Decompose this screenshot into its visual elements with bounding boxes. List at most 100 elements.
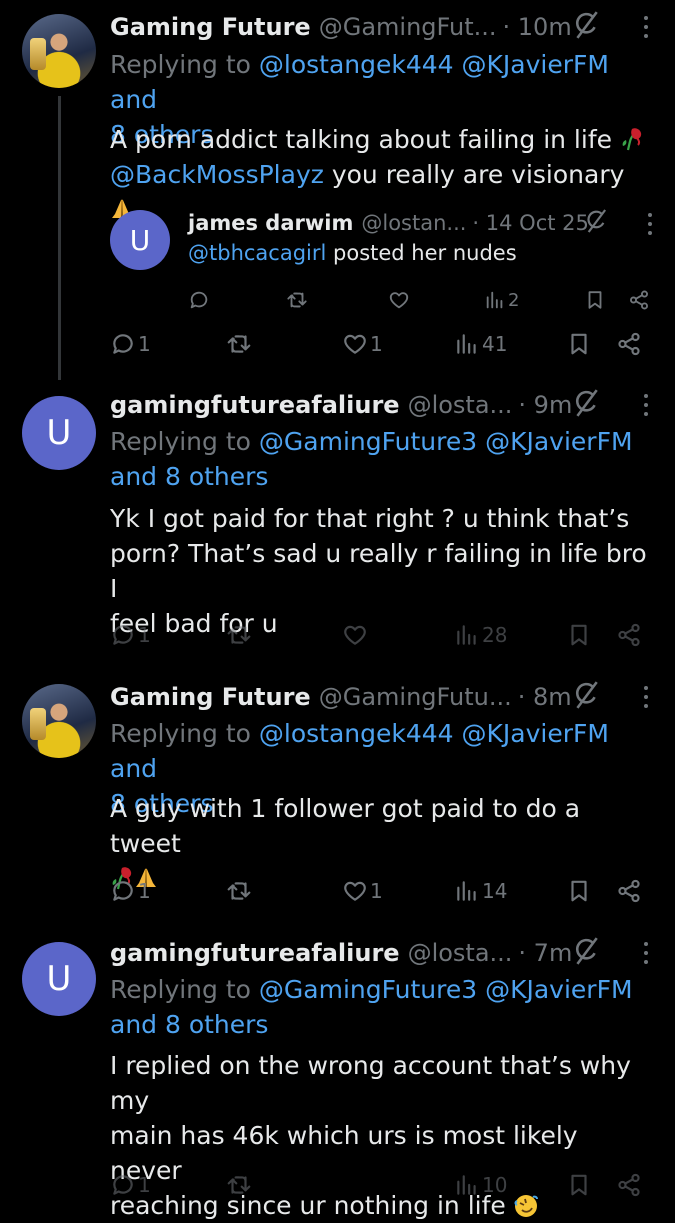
display-name[interactable]: gamingfutureafaliure — [110, 939, 400, 967]
like-count: 1 — [370, 332, 383, 356]
user-handle[interactable]: @losta... — [408, 391, 513, 419]
retweet-button[interactable] — [286, 283, 308, 317]
avatar[interactable]: U — [22, 396, 96, 470]
timestamp[interactable]: · 7m — [518, 939, 572, 967]
display-name[interactable]: Gaming Future — [110, 683, 311, 711]
display-name[interactable]: gamingfutureafaliure — [110, 391, 400, 419]
retweet-button[interactable] — [226, 1168, 252, 1202]
nested-reply[interactable]: U james darwim @lostan... · 14 Oct 25 @t… — [110, 205, 653, 315]
share-icon — [616, 622, 642, 648]
bookmark-icon — [566, 622, 592, 648]
views-button[interactable]: 14 — [454, 874, 507, 908]
bookmark-button[interactable] — [566, 1168, 592, 1202]
views-icon — [454, 622, 480, 648]
display-name[interactable]: Gaming Future — [110, 13, 311, 41]
bookmark-button[interactable] — [584, 283, 606, 317]
more-options-icon[interactable] — [643, 683, 649, 709]
retweet-icon — [226, 331, 252, 357]
share-button[interactable] — [616, 618, 642, 652]
bookmark-button[interactable] — [566, 618, 592, 652]
action-bar: 1 28 — [110, 618, 645, 652]
reply-button[interactable]: 1 — [110, 1168, 151, 1202]
user-handle[interactable]: @GamingFutu... — [319, 683, 512, 711]
timestamp[interactable]: · 14 Oct 25 — [472, 211, 588, 235]
display-name[interactable]: james darwim — [188, 211, 353, 235]
user-handle[interactable]: @losta... — [408, 939, 513, 967]
retweet-icon — [286, 289, 308, 311]
reply-button[interactable]: 1 — [110, 874, 151, 908]
reply-count: 1 — [138, 332, 151, 356]
like-button[interactable] — [388, 283, 410, 317]
reply-icon — [110, 878, 136, 904]
replying-targets-link[interactable]: @GamingFuture3 @KJavierFM — [259, 975, 633, 1004]
grok-icon[interactable] — [585, 208, 607, 234]
reply-button[interactable]: 1 — [110, 327, 151, 361]
grok-icon[interactable] — [573, 388, 599, 418]
tweet-4[interactable]: U gamingfutureafaliure @losta... · 7m Re… — [0, 928, 675, 1220]
retweet-button[interactable] — [226, 874, 252, 908]
bookmark-button[interactable] — [566, 874, 592, 908]
more-options-icon[interactable] — [643, 391, 649, 417]
share-button[interactable] — [616, 1168, 642, 1202]
timestamp[interactable]: · 10m — [503, 13, 572, 41]
views-count: 41 — [482, 332, 508, 356]
grok-icon[interactable] — [573, 680, 599, 710]
share-button[interactable] — [616, 874, 642, 908]
mention-link[interactable]: @tbhcacagirl — [188, 241, 326, 265]
bookmark-button[interactable] — [566, 327, 592, 361]
avatar[interactable] — [22, 684, 96, 758]
like-button[interactable] — [342, 618, 368, 652]
bookmark-icon — [566, 1172, 592, 1198]
share-icon — [616, 878, 642, 904]
views-icon — [454, 331, 480, 357]
retweet-icon — [226, 878, 252, 904]
views-count: 10 — [482, 1173, 508, 1197]
views-button[interactable]: 2 — [484, 283, 519, 317]
tweet-3[interactable]: Gaming Future @GamingFutu... · 8m Replyi… — [0, 670, 675, 928]
timestamp[interactable]: · 9m — [518, 391, 572, 419]
reply-button[interactable]: 1 — [110, 618, 151, 652]
reply-button[interactable] — [188, 283, 210, 317]
share-button[interactable] — [628, 283, 650, 317]
replying-label: Replying to — [110, 427, 251, 456]
mention-link[interactable]: @BackMossPlayz — [110, 160, 324, 189]
user-handle[interactable]: @GamingFut... — [319, 13, 497, 41]
views-button[interactable]: 10 — [454, 1168, 507, 1202]
views-icon — [454, 1172, 480, 1198]
bookmark-icon — [566, 331, 592, 357]
like-count: 1 — [370, 879, 383, 903]
avatar[interactable]: U — [110, 210, 170, 270]
tweet-text-line: you really are visionary — [323, 160, 625, 189]
tweet-text-line: A guy with 1 follower got paid to do a t… — [110, 794, 581, 858]
replying-label: Replying to — [110, 50, 251, 79]
timestamp[interactable]: · 8m — [518, 683, 572, 711]
avatar[interactable]: U — [22, 942, 96, 1016]
grok-icon[interactable] — [573, 10, 599, 40]
like-button[interactable]: 1 — [342, 874, 383, 908]
more-options-icon[interactable] — [643, 939, 649, 965]
retweet-icon — [226, 622, 252, 648]
user-handle[interactable]: @lostan... — [361, 211, 466, 235]
retweet-button[interactable] — [226, 327, 252, 361]
retweet-button[interactable] — [226, 618, 252, 652]
avatar[interactable] — [22, 14, 96, 88]
tweet-1[interactable]: Gaming Future @GamingFut... · 10m Replyi… — [0, 0, 675, 380]
more-options-icon[interactable] — [647, 210, 653, 236]
more-options-icon[interactable] — [643, 13, 649, 39]
replying-others-link[interactable]: and 8 others — [110, 462, 268, 491]
replying-others-link[interactable]: and 8 others — [110, 1010, 268, 1039]
views-button[interactable]: 41 — [454, 327, 507, 361]
heart-icon — [342, 622, 368, 648]
replying-targets-link[interactable]: @GamingFuture3 @KJavierFM — [259, 427, 633, 456]
views-count: 2 — [508, 289, 520, 311]
grok-icon[interactable] — [573, 936, 599, 966]
views-button[interactable]: 28 — [454, 618, 507, 652]
bookmark-icon — [584, 289, 606, 311]
tweet-header: gamingfutureafaliure @losta... · 9m — [110, 388, 649, 422]
action-bar: 2 — [188, 283, 648, 313]
thread-line — [58, 96, 61, 380]
action-bar: 1 1 14 — [110, 874, 645, 908]
tweet-2[interactable]: U gamingfutureafaliure @losta... · 9m Re… — [0, 380, 675, 670]
like-button[interactable]: 1 — [342, 327, 383, 361]
share-button[interactable] — [616, 327, 642, 361]
